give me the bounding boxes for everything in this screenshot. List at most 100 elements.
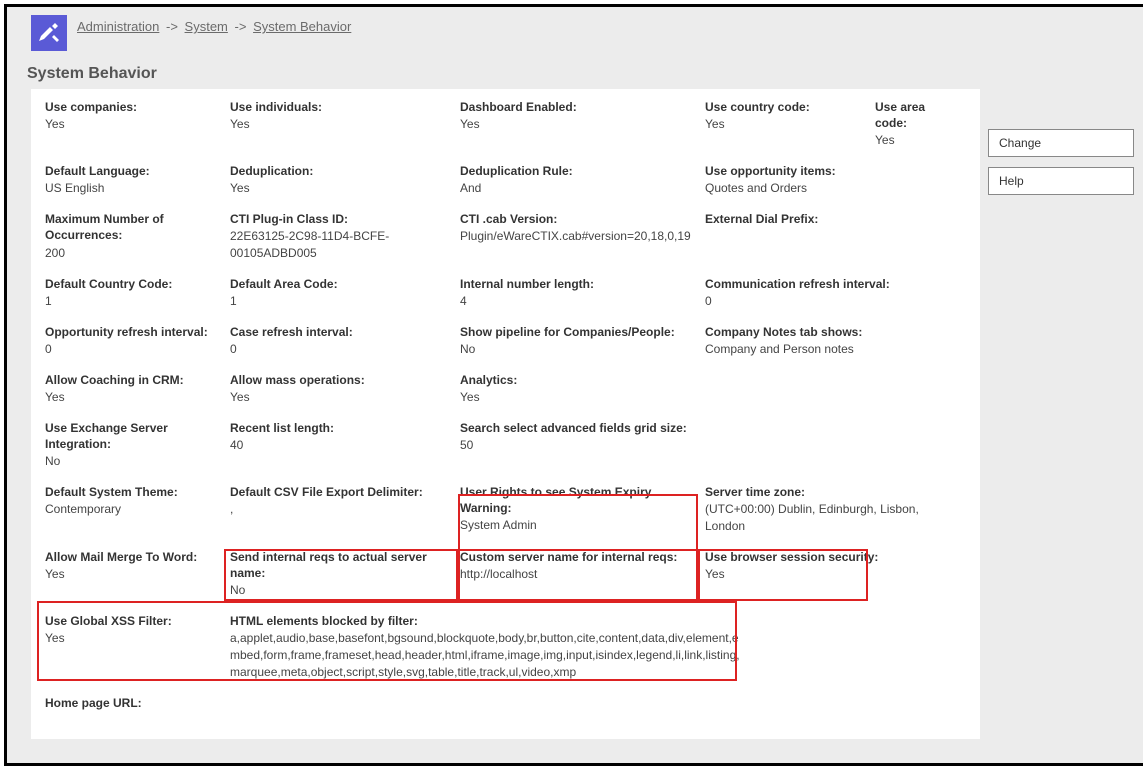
window: Administration -> System -> System Behav…	[4, 4, 1143, 766]
action-sidebar: Change Help	[980, 89, 1140, 205]
page-title: System Behavior	[7, 51, 1143, 89]
field-label: Allow mass operations:	[230, 372, 454, 388]
field-value: No	[230, 581, 454, 599]
settings-row: Allow Mail Merge To Word:Yes Send intern…	[45, 549, 966, 599]
field-value: 0	[45, 340, 224, 358]
field-label: Server time zone:	[705, 484, 954, 500]
field-label: Use Exchange Server Integration:	[45, 420, 224, 452]
field-value: (UTC+00:00) Dublin, Edinburgh, Lisbon, L…	[705, 500, 954, 535]
field-label: Use country code:	[705, 99, 869, 115]
field-value: Quotes and Orders	[705, 179, 954, 197]
settings-row: Use Global XSS Filter:Yes HTML elements …	[45, 613, 966, 681]
field-label: Internal number length:	[460, 276, 699, 292]
field-label: Home page URL:	[45, 695, 966, 711]
field-label: Opportunity refresh interval:	[45, 324, 224, 340]
chevron-right-icon: ->	[232, 19, 250, 34]
settings-row: Default Country Code:1 Default Area Code…	[45, 276, 966, 310]
field-label: Search select advanced fields grid size:	[460, 420, 699, 436]
field-label: Analytics:	[460, 372, 699, 388]
field-value: Yes	[45, 115, 224, 133]
breadcrumb-system-behavior[interactable]: System Behavior	[253, 19, 351, 34]
field-label: Dashboard Enabled:	[460, 99, 699, 115]
chevron-right-icon: ->	[163, 19, 181, 34]
help-button[interactable]: Help	[988, 167, 1134, 195]
field-value: 200	[45, 244, 224, 262]
breadcrumb: Administration -> System -> System Behav…	[77, 15, 351, 34]
field-value: And	[460, 179, 699, 197]
field-value: 50	[460, 436, 699, 454]
field-value: Plugin/eWareCTIX.cab#version=20,18,0,19	[460, 227, 699, 245]
field-value: Yes	[460, 388, 699, 406]
settings-row: Use Exchange Server Integration:No Recen…	[45, 420, 966, 470]
field-label: Case refresh interval:	[230, 324, 454, 340]
field-value: Yes	[45, 565, 224, 583]
field-label: Recent list length:	[230, 420, 454, 436]
field-label: Custom server name for internal reqs:	[460, 549, 699, 565]
field-value: 0	[230, 340, 454, 358]
settings-row: Home page URL:	[45, 695, 966, 711]
field-value: http://localhost	[460, 565, 699, 583]
field-label: Communication refresh interval:	[705, 276, 954, 292]
field-value: Company and Person notes	[705, 340, 954, 358]
field-value: Yes	[45, 629, 224, 647]
breadcrumb-administration[interactable]: Administration	[77, 19, 159, 34]
header-bar: Administration -> System -> System Behav…	[7, 7, 1143, 51]
field-value: Yes	[875, 131, 954, 149]
field-value: 1	[45, 292, 224, 310]
field-value: Yes	[705, 565, 954, 583]
field-label: CTI .cab Version:	[460, 211, 699, 227]
settings-row: Opportunity refresh interval:0 Case refr…	[45, 324, 966, 358]
field-label: Send internal reqs to actual server name…	[230, 549, 454, 581]
field-label: Default CSV File Export Delimiter:	[230, 484, 454, 500]
settings-panel: Use companies:Yes Use individuals:Yes Da…	[31, 89, 980, 739]
field-label: Maximum Number of Occurrences:	[45, 211, 224, 243]
field-label: Use opportunity items:	[705, 163, 954, 179]
field-label: Use browser session security:	[705, 549, 954, 565]
field-label: Show pipeline for Companies/People:	[460, 324, 699, 340]
breadcrumb-system[interactable]: System	[185, 19, 228, 34]
field-value: Yes	[230, 388, 454, 406]
field-value: Yes	[230, 179, 454, 197]
field-value: 0	[705, 292, 954, 310]
field-label: External Dial Prefix:	[705, 211, 954, 227]
field-label: Allow Coaching in CRM:	[45, 372, 224, 388]
field-value: 22E63125-2C98-11D4-BCFE-00105ADBD005	[230, 227, 454, 262]
change-button[interactable]: Change	[988, 129, 1134, 157]
field-value: a,applet,audio,base,basefont,bgsound,blo…	[230, 629, 744, 680]
field-label: User Rights to see System Expiry Warning…	[460, 484, 699, 516]
field-value: Contemporary	[45, 500, 224, 518]
field-label: Deduplication:	[230, 163, 454, 179]
field-label: Default Language:	[45, 163, 224, 179]
field-value: Yes	[460, 115, 699, 133]
field-value: Yes	[45, 388, 224, 406]
field-label: Default System Theme:	[45, 484, 224, 500]
field-value: 40	[230, 436, 454, 454]
field-label: Use individuals:	[230, 99, 454, 115]
field-value: Yes	[705, 115, 869, 133]
settings-row: Maximum Number of Occurrences:200 CTI Pl…	[45, 211, 966, 262]
field-value: ,	[230, 500, 454, 518]
settings-row: Allow Coaching in CRM:Yes Allow mass ope…	[45, 372, 966, 406]
field-value	[705, 227, 954, 228]
field-label: CTI Plug-in Class ID:	[230, 211, 454, 227]
field-label: Default Country Code:	[45, 276, 224, 292]
tools-icon	[31, 15, 67, 51]
field-label: Allow Mail Merge To Word:	[45, 549, 224, 565]
field-label: Use companies:	[45, 99, 224, 115]
field-label: Deduplication Rule:	[460, 163, 699, 179]
field-label: Use area code:	[875, 99, 954, 131]
field-label: HTML elements blocked by filter:	[230, 613, 744, 629]
field-label: Company Notes tab shows:	[705, 324, 954, 340]
settings-row: Default System Theme:Contemporary Defaul…	[45, 484, 966, 535]
field-label: Use Global XSS Filter:	[45, 613, 224, 629]
field-value: US English	[45, 179, 224, 197]
field-value: 4	[460, 292, 699, 310]
settings-row: Use companies:Yes Use individuals:Yes Da…	[45, 99, 966, 149]
field-value: 1	[230, 292, 454, 310]
field-value: No	[460, 340, 699, 358]
settings-row: Default Language:US English Deduplicatio…	[45, 163, 966, 197]
field-value: No	[45, 452, 224, 470]
field-value: Yes	[230, 115, 454, 133]
field-value: System Admin	[460, 516, 699, 534]
field-label: Default Area Code:	[230, 276, 454, 292]
